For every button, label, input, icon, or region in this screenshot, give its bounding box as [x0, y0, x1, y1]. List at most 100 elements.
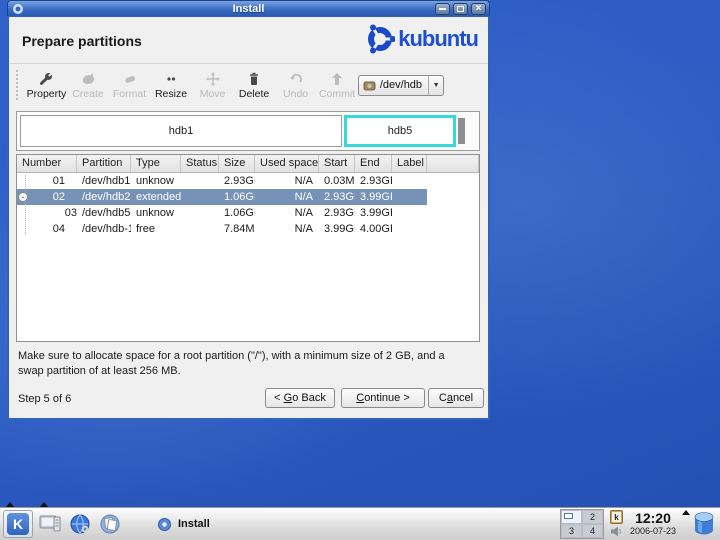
- maximize-button[interactable]: [453, 3, 468, 15]
- taskbar: K Install 2 3 4 k 12:20 2006-07-23: [0, 502, 720, 540]
- close-icon: ×: [475, 3, 482, 14]
- device-select-value: /dev/hdb: [379, 79, 423, 91]
- toolbar-button-format[interactable]: Format: [109, 71, 151, 100]
- table-row-selected[interactable]: - 02 /dev/hdb2 extended 1.06GB N/A 2.93G…: [17, 189, 427, 205]
- clock-date: 2006-07-23: [629, 525, 676, 536]
- cell-partition: /dev/hdb2: [82, 191, 131, 203]
- device-select[interactable]: /dev/hdb ▼: [357, 74, 445, 96]
- go-back-button[interactable]: < Go Back: [265, 388, 335, 408]
- toolbar-label: Commit: [319, 87, 356, 100]
- pager-desktop-3[interactable]: 3: [560, 524, 582, 538]
- toolbar-handle[interactable]: [15, 69, 20, 101]
- column-header[interactable]: Size: [219, 155, 255, 172]
- install-task-icon: [158, 517, 171, 531]
- kubuntu-logo: kubuntu: [363, 23, 479, 55]
- desktop-pager: 2 3 4: [559, 509, 604, 539]
- continue-button[interactable]: Continue >: [341, 388, 425, 408]
- system-menu-button[interactable]: [37, 511, 63, 537]
- install-window: Install × Prepare partitions kubuntu Pro…: [7, 0, 490, 420]
- cell-size: 1.06GB: [224, 207, 255, 219]
- toolbar-button-property[interactable]: Property: [26, 71, 68, 100]
- minimize-button[interactable]: [435, 3, 450, 15]
- cell-start: 2.93GB: [324, 207, 355, 219]
- cell-partition: /dev/hdb-1: [82, 223, 131, 235]
- close-button[interactable]: ×: [471, 3, 486, 15]
- pager-desktop-2[interactable]: 2: [581, 510, 603, 524]
- column-header[interactable]: Number: [17, 155, 77, 172]
- pager-window-thumbnail: [563, 513, 573, 519]
- clock[interactable]: 12:20 2006-07-23: [629, 510, 676, 536]
- launcher-popup-indicator: [40, 502, 48, 507]
- toolbar-button-delete[interactable]: Delete: [233, 71, 275, 100]
- kubuntu-logo-text: kubuntu: [398, 26, 479, 51]
- klipper-icon[interactable]: k: [609, 510, 623, 524]
- cell-start: 3.99GB: [324, 223, 355, 235]
- cell-used-space: N/A: [294, 223, 313, 235]
- table-row[interactable]: 04 /dev/hdb-1 free 7.84MB N/A 3.99GB 4.0…: [17, 221, 427, 237]
- cell-type: unknow: [136, 175, 174, 187]
- konqueror-button[interactable]: [67, 511, 93, 537]
- collapse-icon[interactable]: -: [18, 192, 28, 202]
- partition-segment-free[interactable]: [458, 118, 465, 144]
- cancel-button[interactable]: Cancel: [428, 388, 484, 408]
- cell-type: free: [136, 223, 155, 235]
- help-center-button[interactable]: [97, 511, 123, 537]
- documents-icon: [100, 514, 120, 534]
- partition-table: Number Partition Type Status Size Used s…: [16, 154, 480, 342]
- pager-desktop-1[interactable]: [560, 510, 582, 524]
- volume-icon[interactable]: [610, 525, 624, 538]
- cell-used-space: N/A: [294, 175, 313, 187]
- column-header[interactable]: Start: [319, 155, 355, 172]
- toolbar: Property Create Format Resize Move Delet…: [9, 64, 488, 106]
- partition-bar: hdb1 hdb5: [16, 111, 480, 151]
- partition-segment-label: hdb1: [168, 125, 194, 137]
- cell-partition: /dev/hdb5: [82, 207, 131, 219]
- cell-type: extended: [136, 191, 181, 203]
- column-header-filler: [427, 155, 479, 172]
- titlebar[interactable]: Install ×: [7, 0, 490, 16]
- device-icon[interactable]: [692, 510, 716, 538]
- taskbar-task-install[interactable]: Install: [149, 515, 218, 534]
- clock-time: 12:20: [635, 510, 671, 527]
- task-label: Install: [178, 518, 210, 530]
- toolbar-button-move[interactable]: Move: [192, 71, 234, 100]
- kmenu-button[interactable]: K: [3, 510, 33, 538]
- toolbar-button-create[interactable]: Create: [67, 71, 109, 100]
- column-header[interactable]: Status: [181, 155, 219, 172]
- step-indicator: Step 5 of 6: [18, 393, 72, 405]
- column-header[interactable]: Label: [392, 155, 427, 172]
- wrench-icon: [40, 72, 53, 85]
- column-header[interactable]: End: [355, 155, 392, 172]
- cell-number: 01: [52, 175, 65, 187]
- cell-end: 3.99GB: [360, 191, 392, 203]
- cell-end: 3.99GB: [360, 207, 392, 219]
- create-icon: [82, 73, 94, 84]
- cell-end: 2.93GB: [360, 175, 392, 187]
- pager-desktop-4[interactable]: 4: [581, 524, 603, 538]
- toolbar-button-undo[interactable]: Undo: [275, 71, 317, 100]
- partition-segment-hdb5[interactable]: hdb5: [344, 115, 456, 147]
- chevron-down-icon[interactable]: ▼: [428, 75, 443, 95]
- cell-start: 2.93GB: [324, 191, 355, 203]
- page-title: Prepare partitions: [22, 33, 142, 49]
- format-icon: [124, 75, 135, 83]
- column-header[interactable]: Used space: [255, 155, 319, 172]
- cell-type: unknow: [136, 207, 174, 219]
- system-icon: [39, 515, 61, 532]
- cell-end: 4.00GB: [360, 223, 392, 235]
- toolbar-button-resize[interactable]: Resize: [150, 71, 192, 100]
- cell-start: 0.03MB: [324, 175, 355, 187]
- toolbar-label: Undo: [283, 87, 309, 100]
- partition-segment-hdb1[interactable]: hdb1: [20, 115, 342, 147]
- note-text: Make sure to allocate space for a root p…: [18, 350, 445, 377]
- minimize-icon: [439, 8, 446, 10]
- cell-used-space: N/A: [294, 191, 313, 203]
- system-tray: k: [609, 510, 624, 538]
- cell-number: 03: [64, 207, 77, 219]
- table-row[interactable]: 03 /dev/hdb5 unknow 1.06GB N/A 2.93GB 3.…: [17, 205, 427, 221]
- kmenu-popup-indicator: [6, 502, 14, 507]
- column-header[interactable]: Type: [131, 155, 181, 172]
- column-header[interactable]: Partition: [77, 155, 131, 172]
- toolbar-button-commit[interactable]: Commit: [316, 71, 358, 100]
- table-row[interactable]: 01 /dev/hdb1 unknow 2.93GB N/A 0.03MB 2.…: [17, 173, 427, 189]
